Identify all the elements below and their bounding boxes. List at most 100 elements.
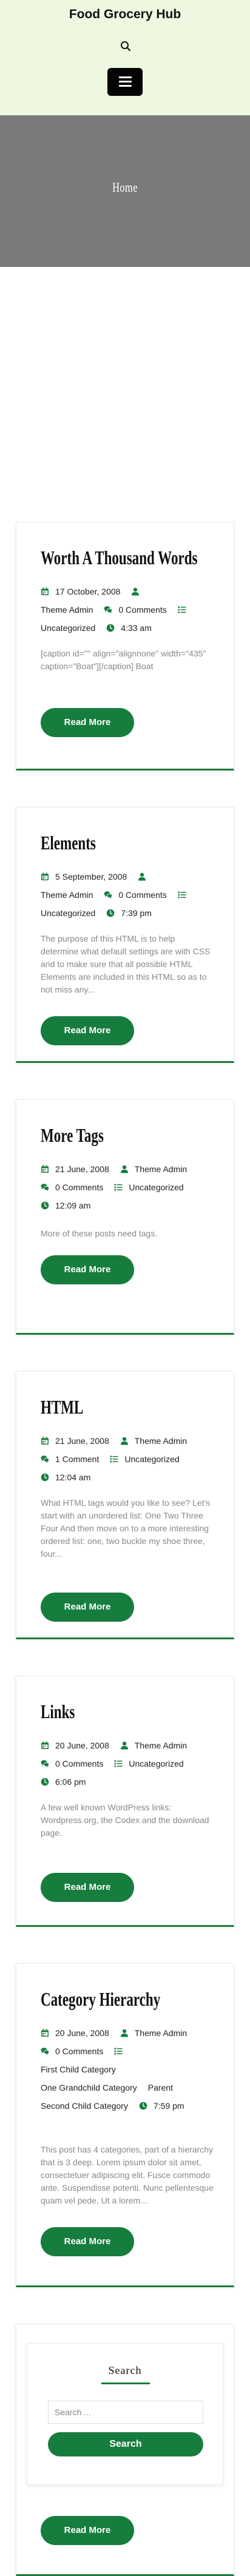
post-meta-row: 0 Comments [41, 2046, 129, 2056]
list-icon [178, 605, 186, 614]
post-category[interactable]: Second Child Category [41, 2101, 128, 2111]
post-card: HTML 21 June, 2008 Theme Admin 1 Comment Unc… [16, 1371, 234, 1639]
post-title[interactable]: Worth A Thousand Words [41, 547, 197, 569]
post-meta-row: 5 September, 2008 [41, 872, 152, 882]
post-meta-row: Uncategorized 7:39 pm [41, 908, 152, 918]
post-date[interactable]: 21 June, 2008 [55, 1436, 109, 1446]
post-comments[interactable]: 0 Comments [55, 2046, 103, 2056]
post-category[interactable]: Uncategorized [129, 1182, 183, 1192]
post-comments[interactable]: 0 Comments [55, 1759, 103, 1768]
post-comments[interactable]: 0 Comments [55, 1182, 103, 1192]
comments-icon [41, 1759, 49, 1768]
post-title[interactable]: Category Hierarchy [41, 1988, 160, 2011]
search-widget: Search Search [27, 2343, 223, 2485]
list-icon [114, 1183, 123, 1192]
post-author[interactable]: Theme Admin [41, 605, 93, 615]
post-title[interactable]: Elements [41, 832, 96, 854]
post-category[interactable]: First Child Category [41, 2065, 116, 2074]
post-meta-row: 21 June, 2008 Theme Admin [41, 1164, 187, 1174]
menu-toggle-button[interactable] [107, 68, 143, 96]
calendar-icon [41, 1741, 49, 1750]
calendar-icon [41, 872, 49, 881]
user-icon [120, 2029, 129, 2037]
post-meta-row: 21 June, 2008 Theme Admin [41, 1436, 187, 1446]
search-input[interactable] [48, 2401, 203, 2424]
post-date[interactable]: 20 June, 2008 [55, 1741, 109, 1750]
post-time[interactable]: 12:09 am [55, 1201, 90, 1210]
comments-icon [41, 2047, 49, 2055]
search-icon[interactable] [120, 40, 132, 52]
post-author[interactable]: Theme Admin [135, 1164, 187, 1174]
post-excerpt: [caption id="" align="alignnone" width="… [41, 649, 206, 671]
user-icon [138, 872, 146, 881]
search-submit-button[interactable]: Search [48, 2432, 203, 2456]
post-category[interactable]: Parent [148, 2083, 173, 2092]
post-card: Worth A Thousand Words 17 October, 2008 Th… [16, 522, 234, 770]
read-more-button[interactable]: Read More [41, 2516, 134, 2545]
post-category[interactable]: One Grandchild Category [41, 2083, 137, 2092]
site-header: Food Grocery Hub [0, 0, 250, 115]
post-date[interactable]: 5 September, 2008 [55, 872, 127, 882]
post-category[interactable]: Uncategorized [41, 908, 95, 918]
post-title[interactable]: HTML [41, 1396, 83, 1418]
user-icon [120, 1741, 129, 1750]
post-time[interactable]: 12:04 am [55, 1472, 90, 1482]
read-more-button[interactable]: Read More [41, 1255, 134, 1284]
post-card: Elements 5 September, 2008 Theme Admin 0 Co… [16, 807, 234, 1063]
post-title[interactable]: More Tags [41, 1124, 104, 1147]
post-meta-row: 1 Comment Uncategorized [41, 1454, 180, 1464]
post-date[interactable]: 17 October, 2008 [55, 587, 120, 596]
calendar-icon [41, 1165, 49, 1173]
post-meta-row: 0 Comments Uncategorized [41, 1759, 184, 1768]
post-comments[interactable]: 0 Comments [118, 605, 166, 615]
read-more-button[interactable]: Read More [41, 1873, 134, 1902]
post-time[interactable]: 4:33 am [121, 623, 152, 633]
post-card: More Tags 21 June, 2008 Theme Admin 0 Comme… [16, 1099, 234, 1335]
list-icon [178, 891, 186, 899]
comments-icon [104, 891, 113, 899]
comments-icon [41, 1455, 49, 1463]
post-author[interactable]: Theme Admin [135, 2028, 187, 2038]
post-author[interactable]: Theme Admin [135, 1436, 187, 1446]
clock-icon [106, 624, 115, 632]
user-icon [120, 1165, 129, 1173]
list-icon [114, 1759, 123, 1768]
post-time[interactable]: 7:59 pm [154, 2101, 184, 2111]
user-icon [120, 1437, 129, 1445]
post-date[interactable]: 20 June, 2008 [55, 2028, 109, 2038]
post-category[interactable]: Uncategorized [41, 623, 95, 633]
site-title[interactable]: Food Grocery Hub [0, 7, 250, 22]
calendar-icon [41, 1437, 49, 1445]
post-time[interactable]: 7:39 pm [121, 908, 152, 918]
post-card: Category Hierarchy 20 June, 2008 Theme Adm… [16, 1963, 234, 2287]
post-date[interactable]: 21 June, 2008 [55, 1164, 109, 1174]
post-meta-row: 20 June, 2008 Theme Admin [41, 1741, 187, 1750]
post-meta-row: Theme Admin 0 Comments [41, 605, 192, 615]
post-title[interactable]: Links [41, 1701, 75, 1723]
read-more-button[interactable]: Read More [41, 708, 134, 737]
post-meta-row: One Grandchild Category Parent [41, 2083, 173, 2092]
page-hero-banner: Home [0, 115, 250, 267]
calendar-icon [41, 2029, 49, 2037]
post-category[interactable]: Uncategorized [129, 1759, 183, 1768]
post-excerpt: What HTML tags would you like to see? Le… [41, 1498, 211, 1559]
post-author[interactable]: Theme Admin [135, 1741, 187, 1750]
post-meta-row: Second Child Category 7:59 pm [41, 2101, 184, 2111]
read-more-button[interactable]: Read More [41, 2227, 134, 2256]
post-comments[interactable]: 0 Comments [118, 890, 166, 900]
post-card: Links 20 June, 2008 Theme Admin 0 Comments U… [16, 1676, 234, 1927]
post-category[interactable]: Uncategorized [124, 1454, 179, 1464]
post-meta-row: 12:04 am [41, 1472, 90, 1482]
post-excerpt: A few well known WordPress links: Wordpr… [41, 1802, 209, 1838]
user-icon [131, 587, 140, 596]
read-more-button[interactable]: Read More [41, 1593, 134, 1622]
post-comments[interactable]: 1 Comment [55, 1454, 99, 1464]
list-icon [114, 2047, 123, 2055]
post-time[interactable]: 6:06 pm [55, 1777, 86, 1787]
comments-icon [104, 605, 113, 614]
post-author[interactable]: Theme Admin [41, 890, 93, 900]
calendar-icon [41, 587, 49, 596]
comments-icon [41, 1183, 49, 1192]
search-widget-title: Search [108, 2364, 142, 2376]
read-more-button[interactable]: Read More [41, 1016, 134, 1045]
